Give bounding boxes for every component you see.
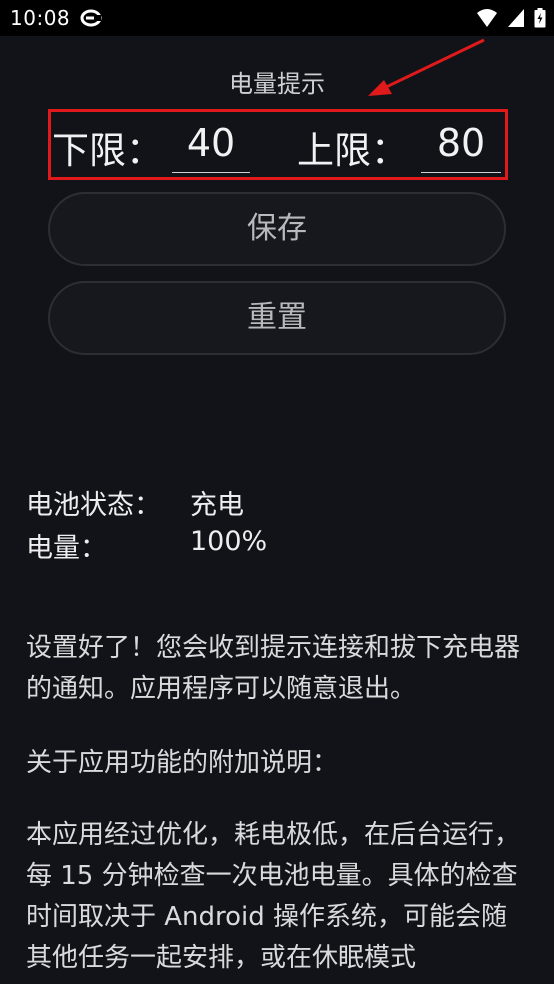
wifi-icon — [476, 9, 497, 27]
battery-icon — [534, 8, 546, 28]
extra-notes-body: 本应用经过优化，耗电极低，在后台运行，每 15 分钟检查一次电池电量。具体的检查… — [26, 820, 521, 973]
battery-level-label: 电量： — [26, 533, 107, 564]
status-icons — [472, 8, 546, 28]
lower-limit-input[interactable]: 40 — [172, 118, 250, 173]
upper-limit-input[interactable]: 80 — [421, 118, 501, 173]
extra-notes-heading: 关于应用功能的附加说明： — [26, 748, 339, 778]
signal-icon — [507, 9, 524, 27]
sync-icon — [80, 9, 102, 31]
lower-limit-label: 下限： — [52, 129, 163, 172]
status-time: 10:08 — [10, 6, 71, 30]
section-title: 电量提示 — [229, 70, 325, 98]
battery-status-label: 电池状态： — [26, 490, 161, 521]
battery-level-value: 100% — [190, 526, 268, 557]
status-bar: 10:08 — [0, 0, 554, 36]
upper-limit-label: 上限： — [297, 129, 408, 172]
reset-button[interactable]: 重置 — [48, 281, 506, 355]
battery-status-value: 充电 — [190, 490, 244, 521]
save-button[interactable]: 保存 — [48, 192, 506, 266]
setup-message: 设置好了！您会收到提示连接和拔下充电器的通知。应用程序可以随意退出。 — [26, 633, 521, 704]
